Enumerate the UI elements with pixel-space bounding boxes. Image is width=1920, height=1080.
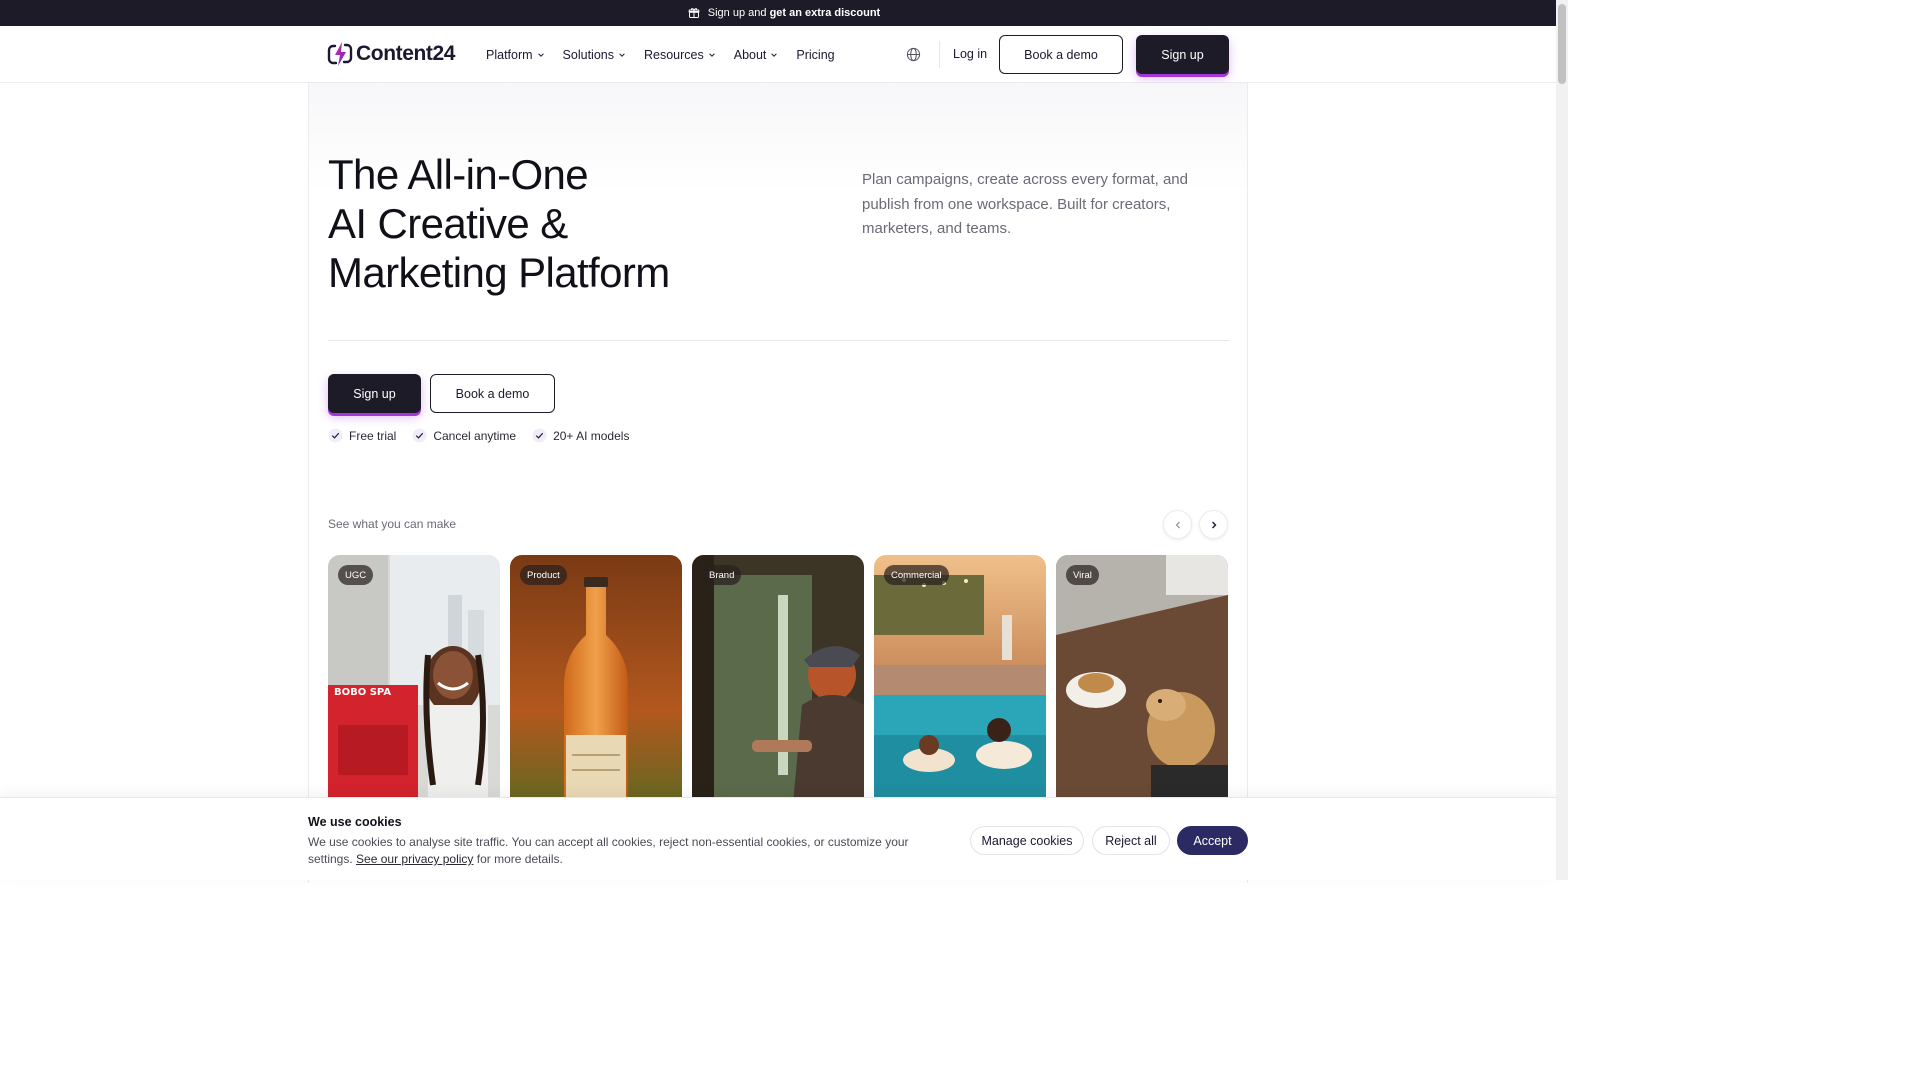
- perk-item: Free trial: [328, 428, 396, 443]
- logo[interactable]: Content24: [326, 40, 455, 68]
- hero-title: The All-in-One AI Creative & Marketing P…: [328, 150, 828, 297]
- carousel-card-brand[interactable]: Brand: [692, 555, 864, 815]
- nav-solutions-label: Solutions: [562, 47, 614, 62]
- carousel-card-product[interactable]: Product: [510, 555, 682, 815]
- card-tag: Commercial: [884, 565, 949, 585]
- card-tag: Product: [520, 565, 567, 585]
- hero-sign-up-button[interactable]: Sign up: [328, 374, 421, 413]
- nav-about-label: About: [733, 47, 767, 62]
- header-divider: [939, 41, 940, 68]
- perk-label: 20+ AI models: [553, 428, 630, 443]
- hero-subtitle: Plan campaigns, create across every form…: [862, 171, 1188, 237]
- nav-solutions[interactable]: Solutions: [563, 48, 626, 62]
- check-icon: [328, 428, 343, 443]
- announcement-bold: get an extra discount: [769, 7, 881, 19]
- carousel-next-button[interactable]: [1199, 510, 1228, 539]
- product-image: [510, 555, 682, 815]
- login-link[interactable]: Log in: [953, 47, 987, 61]
- perks-list: Free trial Cancel anytime 20+ AI models: [328, 428, 629, 443]
- privacy-policy-link[interactable]: See our privacy policy: [356, 852, 473, 866]
- brand-image: [692, 555, 864, 815]
- hero-title-line-3: Marketing Platform: [328, 249, 670, 296]
- announcement-bar[interactable]: Sign up and get an extra discount: [0, 0, 1568, 26]
- site-header: Content24 Platform Solutions Resources A…: [0, 26, 1556, 83]
- check-icon: [412, 428, 427, 443]
- chevron-down-icon: [537, 52, 544, 57]
- globe-icon[interactable]: [906, 47, 921, 62]
- hero-divider: [328, 340, 1229, 341]
- card-tag: Brand: [702, 565, 742, 585]
- logo-bolt-icon: [327, 42, 353, 66]
- accept-cookies-button[interactable]: Accept: [1177, 826, 1248, 855]
- chevron-down-icon: [771, 52, 778, 57]
- svg-text:BOBO SPA: BOBO SPA: [334, 687, 391, 698]
- carousel-prev-button[interactable]: [1163, 510, 1192, 539]
- carousel-card-ugc[interactable]: BOBO SPA UGC: [328, 555, 500, 815]
- nav-pricing[interactable]: Pricing: [796, 48, 834, 62]
- cookie-text: We use cookies to analyse site traffic. …: [308, 834, 918, 868]
- nav-resources[interactable]: Resources: [644, 48, 716, 62]
- reject-all-button[interactable]: Reject all: [1092, 826, 1170, 855]
- header-sign-up-button[interactable]: Sign up: [1136, 35, 1229, 74]
- viral-image: [1056, 555, 1228, 815]
- chevron-down-icon: [619, 52, 625, 57]
- perk-label: Cancel anytime: [433, 428, 517, 443]
- cookie-banner: We use cookies We use cookies to analyse…: [0, 797, 1556, 880]
- ugc-image: BOBO SPA: [328, 555, 500, 815]
- hero-title-line-2: AI Creative &: [328, 200, 568, 247]
- nav-platform[interactable]: Platform: [486, 48, 545, 62]
- brand-name: Content24: [356, 42, 456, 65]
- cookie-title: We use cookies: [308, 815, 402, 829]
- page-scrollbar[interactable]: [1556, 0, 1568, 880]
- manage-cookies-button[interactable]: Manage cookies: [970, 826, 1084, 855]
- perk-label: Free trial: [349, 428, 397, 443]
- chevron-right-icon: [1211, 521, 1216, 528]
- perk-item: 20+ AI models: [532, 428, 629, 443]
- nav-pricing-label: Pricing: [796, 47, 835, 62]
- chevron-left-icon: [1175, 521, 1180, 528]
- cookie-text-tail: for more details.: [476, 852, 563, 866]
- nav-platform-label: Platform: [486, 47, 533, 62]
- carousel-label: See what you can make: [328, 517, 457, 531]
- carousel-card-commercial[interactable]: Commercial: [874, 555, 1046, 815]
- announcement-text: Sign up and get an extra discount: [707, 7, 881, 19]
- main-nav: Platform Solutions Resources About Prici…: [486, 26, 835, 83]
- header-book-demo-button[interactable]: Book a demo: [999, 35, 1123, 74]
- chevron-down-icon: [708, 52, 715, 57]
- perk-item: Cancel anytime: [412, 428, 516, 443]
- hero-title-line-1: The All-in-One: [328, 151, 589, 198]
- carousel-card-viral[interactable]: Viral: [1056, 555, 1228, 815]
- check-icon: [532, 428, 547, 443]
- scrollbar-thumb[interactable]: [1558, 4, 1566, 84]
- card-tag: Viral: [1066, 565, 1099, 585]
- nav-resources-label: Resources: [643, 47, 704, 62]
- hero-book-demo-button[interactable]: Book a demo: [430, 374, 555, 413]
- nav-about[interactable]: About: [734, 48, 779, 62]
- commercial-image: [874, 555, 1046, 815]
- gift-icon: [688, 8, 700, 18]
- card-tag: UGC: [338, 565, 374, 585]
